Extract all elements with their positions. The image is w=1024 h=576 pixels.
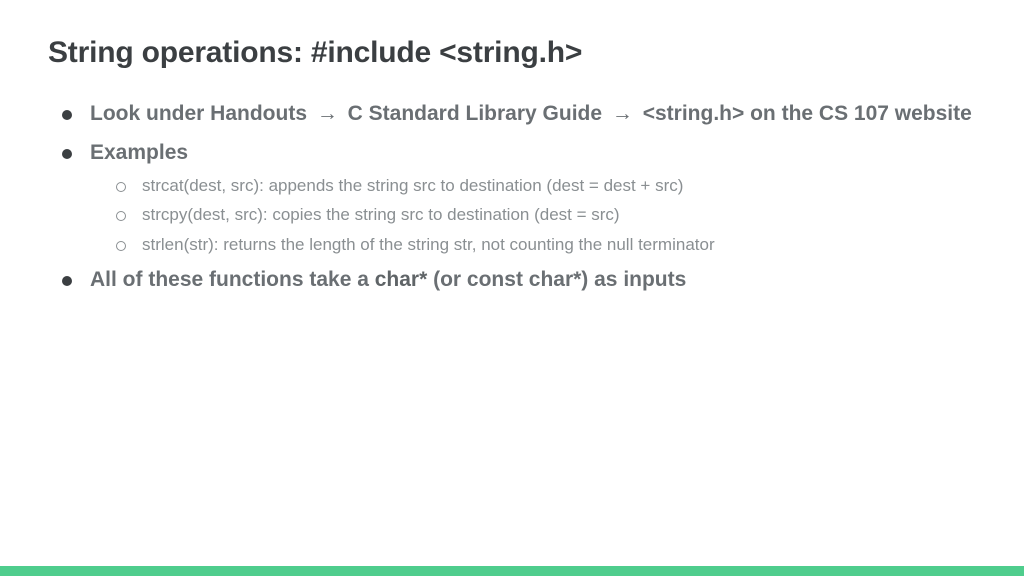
arrow-icon: → — [612, 98, 633, 131]
bullet-list: Look under Handouts → C Standard Library… — [48, 98, 976, 297]
bullet-1-text-c: <string.h> on the CS 107 website — [637, 102, 972, 125]
accent-bar — [0, 566, 1024, 576]
bullet-item-3: All of these functions take a char* (or … — [48, 264, 976, 297]
bullet-item-1: Look under Handouts → C Standard Library… — [48, 98, 976, 131]
bullet-2-text: Examples — [90, 141, 188, 164]
bullet-3-text-a: All of these functions take a — [90, 268, 375, 291]
bullet-1-text-b: C Standard Library Guide — [342, 102, 608, 125]
slide-title: String operations: #include <string.h> — [48, 36, 976, 70]
sub-bullet-1: strcat(dest, src): appends the string sr… — [90, 173, 976, 199]
bullet-3-bold: char* — [375, 268, 428, 291]
arrow-icon: → — [317, 98, 338, 131]
slide: String operations: #include <string.h> L… — [0, 0, 1024, 576]
sub-bullet-list: strcat(dest, src): appends the string sr… — [90, 173, 976, 258]
bullet-item-2: Examples strcat(dest, src): appends the … — [48, 137, 976, 259]
bullet-3-text-b: (or const char*) as inputs — [427, 268, 686, 291]
sub-bullet-2: strcpy(dest, src): copies the string src… — [90, 202, 976, 228]
sub-bullet-3: strlen(str): returns the length of the s… — [90, 232, 976, 258]
bullet-1-text-a: Look under Handouts — [90, 102, 313, 125]
